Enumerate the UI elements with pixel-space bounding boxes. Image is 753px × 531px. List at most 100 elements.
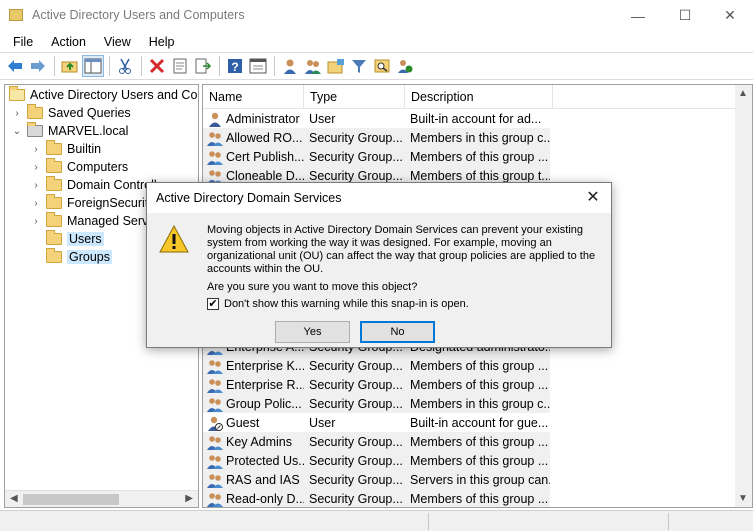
list-item[interactable]: Enterprise R... Security Group... Members …	[203, 375, 550, 394]
group-icon	[207, 472, 223, 488]
menu-file[interactable]: File	[4, 35, 42, 49]
list-item[interactable]: Administrator User Built-in account for ad…	[203, 109, 550, 128]
delete-icon[interactable]	[146, 55, 168, 77]
expand-icon[interactable]: ›	[30, 162, 42, 173]
dont-show-warning-option[interactable]: ✔ Don't show this warning while this sna…	[207, 298, 469, 310]
tree-item-domain-controllers[interactable]: › Domain Controll	[30, 176, 157, 194]
help-icon[interactable]: ?	[224, 55, 246, 77]
close-button[interactable]: ✕	[707, 0, 753, 31]
cell-description: Built-in account for gue...	[405, 413, 550, 432]
menu-action[interactable]: Action	[42, 35, 95, 49]
cell-type: Security Group...	[304, 375, 405, 394]
cell-name: Enterprise K...	[203, 356, 304, 375]
no-button[interactable]: No	[360, 321, 435, 343]
menu-bar: File Action View Help	[0, 31, 753, 52]
cell-name: Administrator	[203, 109, 304, 128]
new-group-icon[interactable]	[302, 55, 324, 77]
list-vertical-scrollbar[interactable]: ▲ ▼	[735, 85, 752, 507]
cut-icon[interactable]	[114, 55, 136, 77]
list-item[interactable]: Allowed RO... Security Group... Members in…	[203, 128, 550, 147]
cell-type: Security Group...	[304, 128, 405, 147]
list-item[interactable]: RAS and IAS ...Security Group...Servers …	[203, 470, 550, 489]
tree-item-builtin[interactable]: › Builtin	[30, 140, 101, 158]
dialog-close-button[interactable]: ✕	[583, 188, 603, 208]
new-ou-icon[interactable]	[325, 55, 347, 77]
list-item[interactable]: Key Admins Security Group... Members of th…	[203, 432, 550, 451]
cell-name: Read-only D...	[203, 489, 304, 507]
cell-name: RAS and IAS ...	[203, 470, 304, 489]
folder-icon	[46, 158, 62, 173]
column-description[interactable]: Description	[405, 85, 553, 109]
object-name: Read-only D...	[226, 491, 304, 506]
tree-item-label: Computers	[67, 160, 129, 174]
domain-icon	[27, 122, 43, 137]
tree-item-managed-service[interactable]: › Managed Servi	[30, 212, 151, 230]
cell-description: Built-in account for ad...	[405, 109, 550, 128]
tree-item-foreign-security[interactable]: › ForeignSecurity	[30, 194, 155, 212]
tree-item-users[interactable]: Users	[30, 230, 104, 248]
tree-item-label: Groups	[67, 250, 112, 264]
expand-icon[interactable]: ›	[11, 108, 23, 119]
list-item[interactable]: Read-only D... Security Group... Members o…	[203, 489, 550, 507]
tree-item-marvel-local[interactable]: ⌄ MARVEL.local	[11, 122, 128, 140]
move-warning-dialog: Active Directory Domain Services ✕ Movin…	[146, 182, 612, 348]
dialog-title-bar: Active Directory Domain Services ✕	[147, 183, 611, 213]
list-item[interactable]: Enterprise K... Security Group... Members …	[203, 356, 550, 375]
tree-item-computers[interactable]: › Computers	[30, 158, 128, 176]
new-user-icon[interactable]	[279, 55, 301, 77]
expand-icon[interactable]: ›	[30, 216, 42, 227]
object-name: Enterprise K...	[226, 358, 304, 373]
list-item[interactable]: Cert Publish... Security Group... Members …	[203, 147, 550, 166]
tree-horizontal-scrollbar[interactable]: ◀ ▶	[5, 490, 198, 507]
snapin-icon	[9, 86, 25, 101]
tree-item-label: ForeignSecurity	[67, 196, 155, 210]
cell-description: Members of this group ...	[405, 451, 550, 470]
cell-type: Security Group...	[304, 432, 405, 451]
tree-item-groups[interactable]: Groups	[30, 248, 112, 266]
collapse-icon[interactable]: ⌄	[11, 126, 23, 137]
warning-icon	[159, 225, 189, 253]
add-to-group-icon[interactable]	[394, 55, 416, 77]
list-item[interactable]: Protected Us... Security Group... Members …	[203, 451, 550, 470]
menu-view[interactable]: View	[95, 35, 140, 49]
cell-type: Security Group...	[304, 451, 405, 470]
cell-description: Members of this group ...	[405, 432, 550, 451]
group-icon	[207, 434, 223, 450]
expand-icon[interactable]: ›	[30, 180, 42, 191]
svg-text:?: ?	[231, 60, 238, 74]
expand-icon[interactable]: ›	[30, 144, 42, 155]
expand-icon[interactable]: ›	[30, 198, 42, 209]
show-hide-tree-icon[interactable]	[82, 55, 104, 77]
cell-description: Members in this group c...	[405, 128, 550, 147]
up-folder-icon[interactable]	[59, 55, 81, 77]
tree-item-root[interactable]: Active Directory Users and Com	[9, 86, 198, 104]
scrollbar-thumb[interactable]	[23, 494, 119, 505]
dialog-body: Moving objects in Active Directory Domai…	[147, 213, 611, 347]
back-icon[interactable]	[4, 55, 26, 77]
menu-help[interactable]: Help	[140, 35, 184, 49]
cell-type: Security Group...	[304, 470, 405, 489]
cell-type: Security Group...	[304, 147, 405, 166]
list-item[interactable]: Group Polic... Security Group... Members i…	[203, 394, 550, 413]
filter-icon[interactable]	[348, 55, 370, 77]
scroll-down-icon[interactable]: ▼	[738, 493, 748, 504]
export-list-icon[interactable]	[192, 55, 214, 77]
find-icon[interactable]	[371, 55, 393, 77]
tree-item-saved-queries[interactable]: › Saved Queries	[11, 104, 131, 122]
maximize-button[interactable]: ☐	[662, 0, 708, 31]
object-name: Allowed RO...	[226, 130, 303, 145]
yes-button[interactable]: Yes	[275, 321, 350, 343]
cell-description: Servers in this group can...	[405, 470, 550, 489]
column-type[interactable]: Type	[304, 85, 405, 109]
scroll-right-icon[interactable]: ▶	[185, 493, 193, 504]
toolbar: ?	[0, 52, 753, 80]
list-item[interactable]: Guest User Built-in account for gue...	[203, 413, 550, 432]
properties-icon[interactable]	[169, 55, 191, 77]
column-name[interactable]: Name	[203, 85, 304, 109]
view-icon[interactable]	[247, 55, 269, 77]
scroll-left-icon[interactable]: ◀	[10, 493, 18, 504]
dont-show-warning-checkbox[interactable]: ✔	[207, 298, 219, 310]
forward-icon[interactable]	[27, 55, 49, 77]
scroll-up-icon[interactable]: ▲	[738, 88, 748, 99]
minimize-button[interactable]: —	[615, 0, 661, 31]
